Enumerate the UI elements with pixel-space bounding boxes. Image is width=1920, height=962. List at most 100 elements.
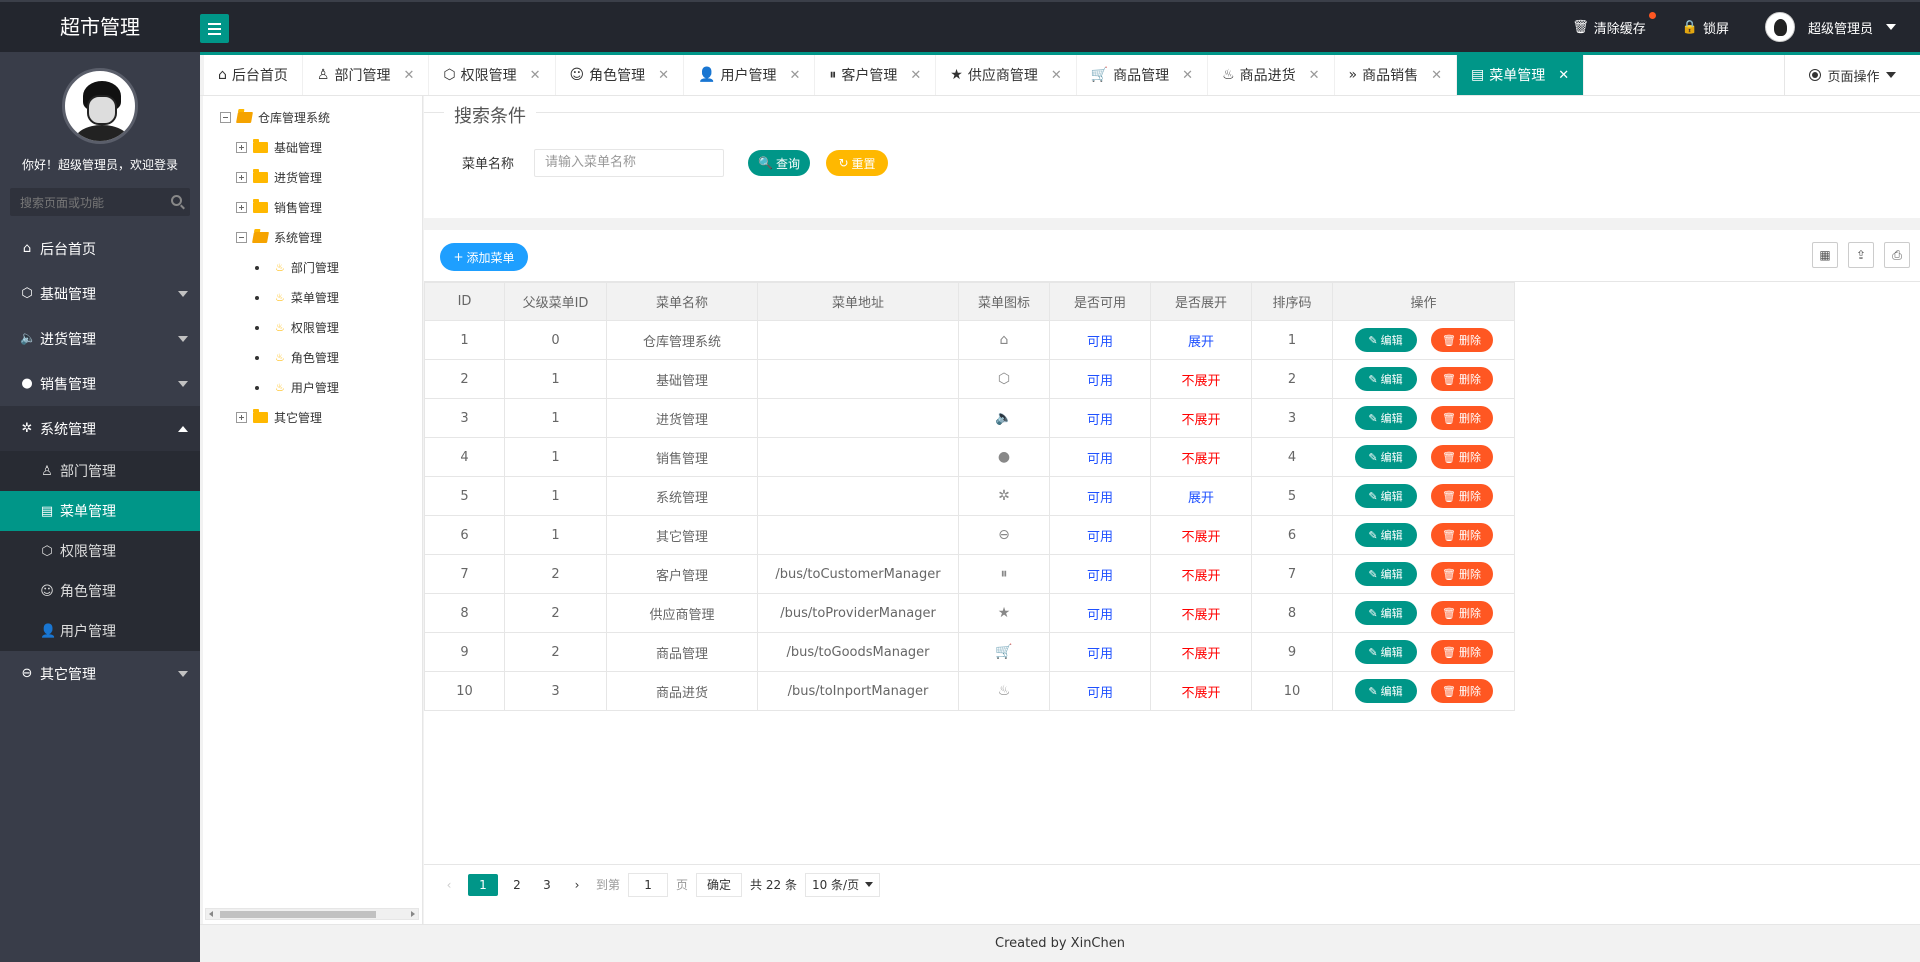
column-header[interactable]: 父级菜单ID [504,282,607,321]
delete-button[interactable]: 🗑 删除 [1430,523,1493,547]
column-header[interactable]: ID [424,282,505,321]
scroll-left-icon[interactable] [209,911,213,917]
edit-button[interactable]: ✎ 编辑 [1354,367,1417,391]
user-menu[interactable]: 超级管理员 [1747,12,1920,42]
print-icon[interactable]: ⎙ [1884,242,1910,268]
delete-button[interactable]: 🗑 删除 [1430,562,1493,586]
edit-button[interactable]: ✎ 编辑 [1354,445,1417,469]
edit-button[interactable]: ✎ 编辑 [1354,523,1417,547]
tab-user[interactable]: 👤 用户管理 ✕ [684,55,816,95]
tree-leaf-user[interactable]: ♨ 用户管理 [255,379,339,396]
edit-button[interactable]: ✎ 编辑 [1354,484,1417,508]
page-operations-dropdown[interactable]: 页面操作 [1784,55,1920,95]
columns-filter-icon[interactable]: ▦ [1812,242,1838,268]
tree-node-purchase[interactable]: 进货管理 [236,169,322,186]
edit-button[interactable]: ✎ 编辑 [1354,328,1417,352]
sidebar-item-other[interactable]: ⊖ 其它管理 [0,651,200,696]
close-icon[interactable]: ✕ [403,68,414,83]
tab-home[interactable]: ⌂ 后台首页 [204,55,303,95]
edit-button[interactable]: ✎ 编辑 [1354,406,1417,430]
delete-button[interactable]: 🗑 删除 [1430,406,1493,430]
expand-icon[interactable] [236,202,247,213]
edit-button[interactable]: ✎ 编辑 [1354,640,1417,664]
delete-button[interactable]: 🗑 删除 [1430,484,1493,508]
export-icon[interactable]: ⇪ [1848,242,1874,268]
column-header[interactable]: 菜单地址 [757,282,959,321]
close-icon[interactable]: ✕ [1558,68,1569,83]
horizontal-scrollbar[interactable] [205,908,419,920]
close-icon[interactable]: ✕ [1182,68,1193,83]
close-icon[interactable]: ✕ [1431,68,1442,83]
sidebar-search-input[interactable]: 搜索页面或功能 [10,188,190,216]
edit-button[interactable]: ✎ 编辑 [1354,601,1417,625]
sidebar-subitem-permission[interactable]: ⬡ 权限管理 [0,531,200,571]
tab-customer[interactable]: ⏸ 客户管理 ✕ [815,55,937,95]
edit-button[interactable]: ✎ 编辑 [1354,562,1417,586]
scroll-right-icon[interactable] [411,911,415,917]
delete-button[interactable]: 🗑 删除 [1430,640,1493,664]
search-button[interactable]: 🔍 查询 [748,150,810,176]
sidebar-item-purchase[interactable]: 🔈 进货管理 [0,316,200,361]
sidebar-subitem-user[interactable]: 👤 用户管理 [0,611,200,651]
sidebar-item-basic[interactable]: ⬡ 基础管理 [0,271,200,316]
tab-sales[interactable]: » 商品销售 ✕ [1335,55,1458,95]
tab-provider[interactable]: ★ 供应商管理 ✕ [936,55,1077,95]
tab-inport[interactable]: ♨ 商品进货 ✕ [1208,55,1335,95]
column-header[interactable]: 菜单名称 [606,282,758,321]
sidebar-subitem-dept[interactable]: ♙ 部门管理 [0,451,200,491]
page-size-select[interactable]: 10 条/页 [804,872,881,897]
column-header[interactable]: 是否展开 [1150,282,1252,321]
scrollbar-thumb[interactable] [220,911,376,918]
page-button[interactable]: 2 [506,874,528,896]
tree-leaf-menu[interactable]: ♨ 菜单管理 [255,289,339,306]
close-icon[interactable]: ✕ [658,68,669,83]
delete-button[interactable]: 🗑 删除 [1430,601,1493,625]
sidebar-subitem-menu[interactable]: ▤ 菜单管理 [0,491,200,531]
tab-goods[interactable]: 🛒 商品管理 ✕ [1077,55,1209,95]
close-icon[interactable]: ✕ [910,68,921,83]
add-menu-button[interactable]: + 添加菜单 [440,243,528,271]
close-icon[interactable]: ✕ [530,68,541,83]
column-header[interactable]: 排序码 [1251,282,1333,321]
sidebar-item-home[interactable]: ⌂ 后台首页 [0,226,200,271]
edit-button[interactable]: ✎ 编辑 [1354,679,1417,703]
tree-leaf-permission[interactable]: ♨ 权限管理 [255,319,339,336]
delete-button[interactable]: 🗑 删除 [1430,679,1493,703]
prev-page-icon[interactable]: ‹ [438,874,460,896]
goto-page-input[interactable]: 1 [628,872,669,897]
search-icon[interactable] [171,195,182,206]
page-button[interactable]: 3 [536,874,558,896]
tree-node-root[interactable]: 仓库管理系统 [220,109,330,126]
page-button[interactable]: 1 [468,873,498,896]
expand-icon[interactable] [236,412,247,423]
tree-leaf-dept[interactable]: ♨ 部门管理 [255,259,339,276]
goto-confirm-button[interactable]: 确定 [696,872,743,897]
expand-icon[interactable] [236,142,247,153]
delete-button[interactable]: 🗑 删除 [1430,445,1493,469]
tree-node-other[interactable]: 其它管理 [236,409,322,426]
tab-role[interactable]: ☺ 角色管理 ✕ [556,55,685,95]
tree-node-sales[interactable]: 销售管理 [236,199,322,216]
close-icon[interactable]: ✕ [1309,68,1320,83]
delete-button[interactable]: 🗑 删除 [1430,328,1493,352]
lock-screen-button[interactable]: 🔒 锁屏 [1664,18,1747,37]
tree-node-basic[interactable]: 基础管理 [236,139,322,156]
column-header[interactable]: 菜单图标 [958,282,1050,321]
collapse-icon[interactable] [236,232,247,243]
tab-permission[interactable]: ⬡ 权限管理 ✕ [429,55,556,95]
menu-name-input[interactable]: 请输入菜单名称 [534,149,724,177]
delete-button[interactable]: 🗑 删除 [1430,367,1493,391]
reset-button[interactable]: ↻ 重置 [826,150,888,176]
close-icon[interactable]: ✕ [1051,68,1062,83]
tree-node-system[interactable]: 系统管理 [236,229,322,246]
sidebar-subitem-role[interactable]: ☺ 角色管理 [0,571,200,611]
next-page-icon[interactable]: › [566,874,588,896]
collapse-icon[interactable] [220,112,231,123]
column-header[interactable]: 是否可用 [1049,282,1151,321]
expand-icon[interactable] [236,172,247,183]
column-header[interactable]: 操作 [1332,282,1515,321]
clear-cache-button[interactable]: 🗑 清除缓存 [1554,11,1664,37]
tree-leaf-role[interactable]: ♨ 角色管理 [255,349,339,366]
close-icon[interactable]: ✕ [789,68,800,83]
sidebar-item-system[interactable]: ✲ 系统管理 [0,406,200,451]
